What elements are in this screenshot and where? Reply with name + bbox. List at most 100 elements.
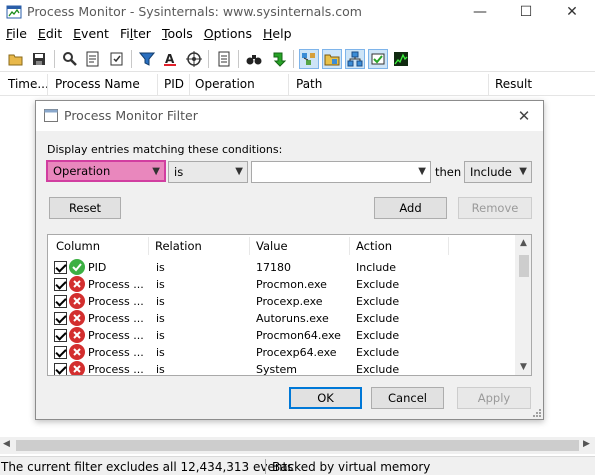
menu-event[interactable]: Event: [71, 24, 114, 44]
list-header-relation[interactable]: Relation: [155, 239, 202, 253]
network-activity-icon[interactable]: [345, 49, 365, 69]
relation-select[interactable]: is ▼: [168, 161, 248, 183]
filter-rule-row[interactable]: Process ... is Procexp64.exe Exclude: [48, 344, 515, 361]
dialog-close-button[interactable]: ✕: [514, 107, 534, 125]
cancel-button[interactable]: Cancel: [371, 387, 444, 409]
column-time[interactable]: Time...: [8, 77, 49, 91]
process-activity-icon[interactable]: [368, 49, 388, 69]
rule-value: System: [256, 363, 298, 376]
rule-checkbox[interactable]: [54, 312, 67, 325]
list-header-value[interactable]: Value: [256, 239, 288, 253]
ok-button[interactable]: OK: [289, 387, 362, 409]
rules-vertical-scrollbar[interactable]: ▲ ▼: [515, 235, 531, 375]
clear-icon[interactable]: [107, 49, 127, 69]
add-button[interactable]: Add: [374, 197, 447, 219]
list-header-column[interactable]: Column: [56, 239, 100, 253]
column-divider[interactable]: [189, 74, 190, 96]
filter-rule-row[interactable]: Process ... is Autoruns.exe Exclude: [48, 310, 515, 327]
scroll-right-arrow-icon[interactable]: ▶: [583, 439, 590, 449]
exclude-x-icon: [69, 293, 85, 309]
relation-select-value: is: [174, 165, 184, 179]
dialog-title-bar: Process Monitor Filter ✕: [36, 101, 543, 131]
file-activity-icon[interactable]: [322, 49, 342, 69]
filter-rule-row[interactable]: PID is 17180 Include: [48, 259, 515, 276]
close-window-button[interactable]: ✕: [549, 0, 595, 24]
filter-rule-row[interactable]: Process ... is System Exclude: [48, 361, 515, 376]
menu-tools[interactable]: Tools: [160, 24, 198, 44]
resize-grip-icon[interactable]: [531, 407, 541, 417]
column-process-name[interactable]: Process Name: [55, 77, 140, 91]
list-header-divider[interactable]: [448, 237, 449, 255]
rule-checkbox[interactable]: [54, 295, 67, 308]
menu-edit[interactable]: Edit: [36, 24, 67, 44]
column-divider[interactable]: [47, 74, 48, 96]
rule-value: Procmon.exe: [256, 278, 327, 291]
properties-icon[interactable]: [214, 49, 234, 69]
scroll-up-arrow-icon[interactable]: ▲: [515, 235, 531, 251]
column-divider[interactable]: [157, 74, 158, 96]
rule-relation: is: [156, 329, 165, 342]
value-combobox[interactable]: ▼: [251, 161, 431, 183]
filter-icon[interactable]: [137, 49, 157, 69]
magnifier-icon[interactable]: [60, 49, 80, 69]
filter-rule-row[interactable]: Process ... is Procmon.exe Exclude: [48, 276, 515, 293]
maximize-button[interactable]: ☐: [503, 0, 549, 24]
column-path[interactable]: Path: [296, 77, 322, 91]
filter-dialog: Process Monitor Filter ✕ Display entries…: [35, 100, 544, 420]
scroll-left-arrow-icon[interactable]: ◀: [3, 439, 10, 449]
rule-relation: is: [156, 261, 165, 274]
jump-icon[interactable]: [269, 49, 289, 69]
menu-help[interactable]: Help: [261, 24, 297, 44]
toolbar-separator: [238, 50, 239, 68]
horizontal-scroll-thumb[interactable]: [16, 440, 579, 451]
find-icon[interactable]: [244, 49, 264, 69]
minimize-button[interactable]: —: [457, 0, 503, 24]
rule-checkbox[interactable]: [54, 278, 67, 291]
registry-activity-icon[interactable]: [299, 49, 319, 69]
list-header-divider[interactable]: [148, 237, 149, 255]
target-icon[interactable]: [184, 49, 204, 69]
horizontal-scrollbar[interactable]: ◀ ▶: [0, 437, 595, 454]
column-operation[interactable]: Operation: [195, 77, 255, 91]
rule-column: Process ...: [88, 329, 144, 342]
open-icon[interactable]: [6, 49, 26, 69]
filter-rule-row[interactable]: Process ... is Procexp.exe Exclude: [48, 293, 515, 310]
reset-button[interactable]: Reset: [49, 197, 121, 219]
filter-rule-row[interactable]: Process ... is Procmon64.exe Exclude: [48, 327, 515, 344]
menu-filter[interactable]: Filter: [118, 24, 156, 44]
action-select[interactable]: Include ▼: [464, 161, 532, 183]
highlight-icon[interactable]: A: [160, 49, 180, 69]
rules-scroll-thumb[interactable]: [519, 255, 529, 277]
rule-checkbox[interactable]: [54, 363, 67, 375]
exclude-x-icon: [69, 310, 85, 326]
list-header-divider[interactable]: [249, 237, 250, 255]
event-list-header: Time... Process Name PID Operation Path …: [0, 74, 595, 96]
menu-file[interactable]: File: [4, 24, 32, 44]
rule-checkbox[interactable]: [54, 346, 67, 359]
column-pid[interactable]: PID: [164, 77, 184, 91]
profiling-icon[interactable]: [391, 49, 411, 69]
list-header-divider[interactable]: [349, 237, 350, 255]
rule-relation: is: [156, 346, 165, 359]
menu-options[interactable]: Options: [202, 24, 257, 44]
rule-checkbox[interactable]: [54, 261, 67, 274]
rule-column: PID: [88, 261, 107, 274]
toolbar-separator: [208, 50, 209, 68]
chevron-down-icon: ▼: [235, 166, 243, 177]
rule-checkbox[interactable]: [54, 329, 67, 342]
rule-relation: is: [156, 363, 165, 376]
column-select[interactable]: Operation ▼: [46, 160, 166, 182]
rule-relation: is: [156, 312, 165, 325]
save-icon[interactable]: [29, 49, 49, 69]
apply-button[interactable]: Apply: [457, 387, 531, 409]
dialog-title: Process Monitor Filter: [64, 108, 198, 123]
rule-relation: is: [156, 278, 165, 291]
autoscroll-icon[interactable]: [83, 49, 103, 69]
column-divider[interactable]: [488, 74, 489, 96]
list-header-action[interactable]: Action: [356, 239, 392, 253]
scroll-down-arrow-icon[interactable]: ▼: [515, 359, 531, 375]
remove-button[interactable]: Remove: [458, 197, 532, 219]
rule-column: Process ...: [88, 278, 144, 291]
column-result[interactable]: Result: [495, 77, 532, 91]
column-divider[interactable]: [288, 74, 289, 96]
